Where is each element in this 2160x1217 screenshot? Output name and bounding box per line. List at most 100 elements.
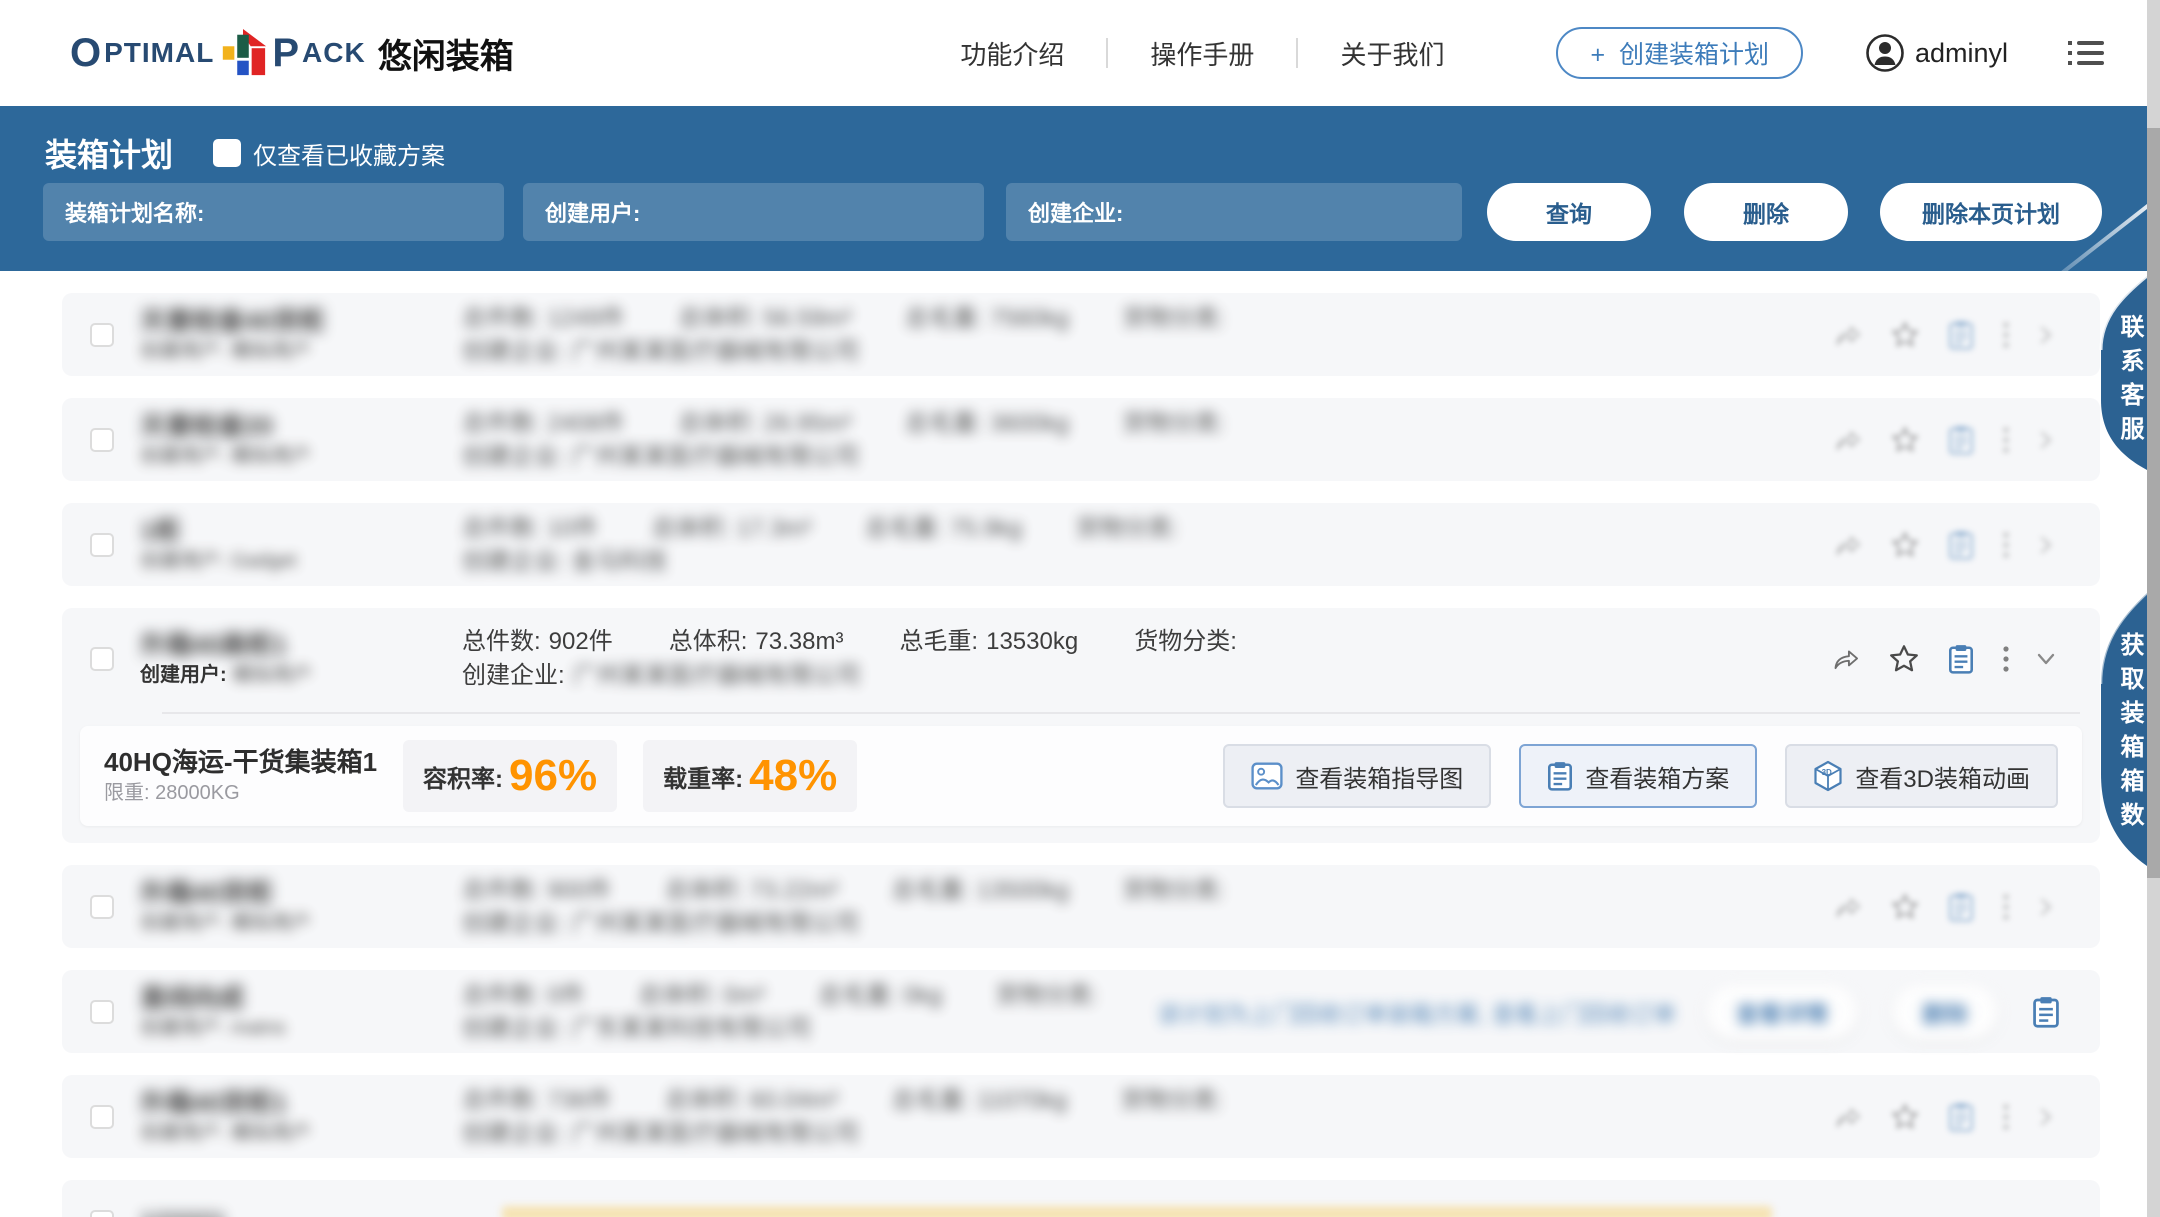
side-tab-contact-service[interactable]: 联系客服 [2091, 272, 2147, 472]
share-icon[interactable] [1832, 645, 1860, 673]
top-header: OPTIMAL PACK 悠闲装箱 功能介绍 操作手册 关于我们 + 创建装箱计… [0, 0, 2160, 106]
plan-row[interactable]: 外箱40货柜1 创建用户: 模拟用户 总件数: 736件 总体积: 60.04m… [62, 1075, 2100, 1158]
plan-row[interactable]: 天意检查40货柜 创建用户: 模拟用户 总件数: 1249件 总体积: 56.5… [62, 293, 2100, 376]
plan-row-expanded[interactable]: 外箱40高柜1 创建用户: 模拟用户 总件数:902件 总体积:73.38m³ … [62, 608, 2100, 843]
copy-plan-icon[interactable] [2032, 996, 2060, 1028]
logo-text-pack: ACK [302, 37, 366, 69]
plan-creator-value: 模拟用户 [232, 664, 312, 686]
favorite-star-icon[interactable] [1890, 892, 1920, 922]
share-icon[interactable] [1834, 531, 1862, 559]
plan-row[interactable]: 123321 [62, 1180, 2100, 1217]
row-checkbox[interactable] [90, 1210, 114, 1217]
plan-row[interactable]: 外箱40货柜 创建用户: 模拟用户 总件数: 900件 总体积: 73.22m³… [62, 865, 2100, 948]
nav-about-us[interactable]: 关于我们 [1298, 35, 1486, 72]
favorite-star-icon[interactable] [1890, 425, 1920, 455]
row-checkbox[interactable] [90, 323, 114, 347]
plan-creator: 创建用户: matns [140, 1014, 440, 1042]
total-weight-value: 13530kg [986, 625, 1078, 659]
creator-input-label: 创建用户: [545, 196, 640, 228]
plan-title: 天意检查40货柜 [140, 305, 440, 337]
favorite-star-icon[interactable] [1888, 643, 1920, 675]
delete-button[interactable]: 删除 [1684, 183, 1848, 241]
volume-rate-value: 96% [509, 751, 597, 801]
expand-chevron-icon[interactable] [2038, 323, 2054, 347]
more-options-icon[interactable] [2002, 426, 2010, 454]
more-options-icon[interactable] [2002, 1103, 2010, 1131]
expand-chevron-icon[interactable] [2038, 428, 2054, 452]
collapse-chevron-icon[interactable] [2034, 651, 2058, 667]
company-input-label: 创建企业: [1028, 196, 1123, 228]
divider [162, 712, 2080, 714]
more-options-icon[interactable] [2002, 645, 2010, 673]
user-menu[interactable]: adminyl [1865, 33, 2008, 73]
total-pieces-label: 总件数: [462, 625, 541, 659]
contact-service-label: 联系客服 [2091, 272, 2147, 450]
image-icon [1251, 762, 1283, 790]
view-packing-guide-button[interactable]: 查看装箱指导图 [1223, 744, 1491, 808]
share-icon[interactable] [1834, 321, 1862, 349]
total-volume-label: 总体积: [669, 625, 748, 659]
container-name: 40HQ海运-干货集装箱1 [104, 745, 377, 779]
plan-stats: 总件数: 0件 总体积: 0m³ 总毛重: 0kg 货物分类: [462, 979, 1098, 1013]
copy-plan-icon[interactable] [1948, 892, 1974, 922]
plan-title: 外箱40货柜 [140, 877, 440, 909]
favorite-star-icon[interactable] [1890, 1102, 1920, 1132]
row-checkbox[interactable] [90, 1105, 114, 1129]
nav-feature-intro[interactable]: 功能介绍 [918, 35, 1106, 72]
menu-list-icon[interactable] [2068, 39, 2104, 67]
expand-chevron-icon[interactable] [2038, 895, 2054, 919]
view-detail-pill-button[interactable]: 查看详情 [1706, 984, 1858, 1040]
more-options-icon[interactable] [2002, 321, 2010, 349]
expand-chevron-icon[interactable] [2038, 1105, 2054, 1129]
favorite-star-icon[interactable] [1890, 320, 1920, 350]
plan-creator: 创建用户: 模拟用户 [140, 442, 440, 470]
plan-creator: 创建用户: 模拟用户 [140, 337, 440, 365]
plan-title: 直线向成 [140, 982, 440, 1014]
view-packing-plan-button[interactable]: 查看装箱方案 [1519, 744, 1757, 808]
share-icon[interactable] [1834, 426, 1862, 454]
side-tab-get-box-count[interactable]: 获取装箱箱数 [2091, 588, 2147, 870]
filter-banner: 装箱计划 仅查看已收藏方案 装箱计划名称: 创建用户: 创建企业: 查询 删除 … [0, 106, 2160, 271]
copy-plan-icon[interactable] [1948, 644, 1974, 674]
plan-row[interactable]: 天意检查20 创建用户: 模拟用户 总件数: 2408件 总体积: 26.95m… [62, 398, 2100, 481]
nav-operation-manual[interactable]: 操作手册 [1108, 35, 1296, 72]
plan-row[interactable]: 1柜 创建用户: Gadget 总件数: 10件 总体积: 17.3m³ 总毛重… [62, 503, 2100, 586]
create-plan-button[interactable]: + 创建装箱计划 [1556, 27, 1803, 79]
volume-rate-badge: 容积率: 96% [403, 740, 617, 812]
plan-list: 天意检查40货柜 创建用户: 模拟用户 总件数: 1249件 总体积: 56.5… [0, 271, 2160, 1217]
share-icon[interactable] [1834, 893, 1862, 921]
recycle-order-link[interactable]: 该计划为上门回收订单装箱方案, 查看上门回收订单 [1157, 995, 1676, 1029]
load-rate-badge: 载重率: 48% [643, 740, 857, 812]
copy-plan-icon[interactable] [1948, 320, 1974, 350]
row-checkbox[interactable] [90, 647, 114, 671]
favorite-star-icon[interactable] [1890, 530, 1920, 560]
scrollbar-thumb[interactable] [2147, 128, 2160, 878]
app-screen: OPTIMAL PACK 悠闲装箱 功能介绍 操作手册 关于我们 + 创建装箱计… [0, 0, 2160, 1217]
cube-3d-icon [1813, 760, 1843, 792]
logo-house-icon [218, 27, 268, 79]
copy-plan-icon[interactable] [1948, 530, 1974, 560]
delete-pill-button[interactable]: 删除 [1892, 984, 1998, 1040]
row-checkbox[interactable] [90, 533, 114, 557]
favorites-only-checkbox[interactable] [213, 139, 241, 167]
company-input[interactable]: 创建企业: [1006, 183, 1462, 241]
expand-chevron-icon[interactable] [2038, 533, 2054, 557]
more-options-icon[interactable] [2002, 893, 2010, 921]
view-3d-animation-button[interactable]: 查看3D装箱动画 [1785, 744, 2058, 808]
plan-name-input-label: 装箱计划名称: [65, 196, 204, 228]
copy-plan-icon[interactable] [1948, 1102, 1974, 1132]
copy-plan-icon[interactable] [1948, 425, 1974, 455]
row-checkbox[interactable] [90, 895, 114, 919]
query-button[interactable]: 查询 [1487, 183, 1651, 241]
plan-stats: 总件数: 736件 总体积: 60.04m³ 总毛重: 11070kg 货物分类… [462, 1084, 1223, 1118]
row-checkbox[interactable] [90, 1000, 114, 1024]
load-rate-value: 48% [749, 751, 837, 801]
plan-name-input[interactable]: 装箱计划名称: [43, 183, 504, 241]
plan-row[interactable]: 直线向成 创建用户: matns 总件数: 0件 总体积: 0m³ 总毛重: 0… [62, 970, 2100, 1053]
scrollbar-track[interactable] [2147, 0, 2160, 1217]
row-checkbox[interactable] [90, 428, 114, 452]
share-icon[interactable] [1834, 1103, 1862, 1131]
creator-input[interactable]: 创建用户: [523, 183, 984, 241]
more-options-icon[interactable] [2002, 531, 2010, 559]
delete-page-plans-button[interactable]: 删除本页计划 [1880, 183, 2102, 241]
